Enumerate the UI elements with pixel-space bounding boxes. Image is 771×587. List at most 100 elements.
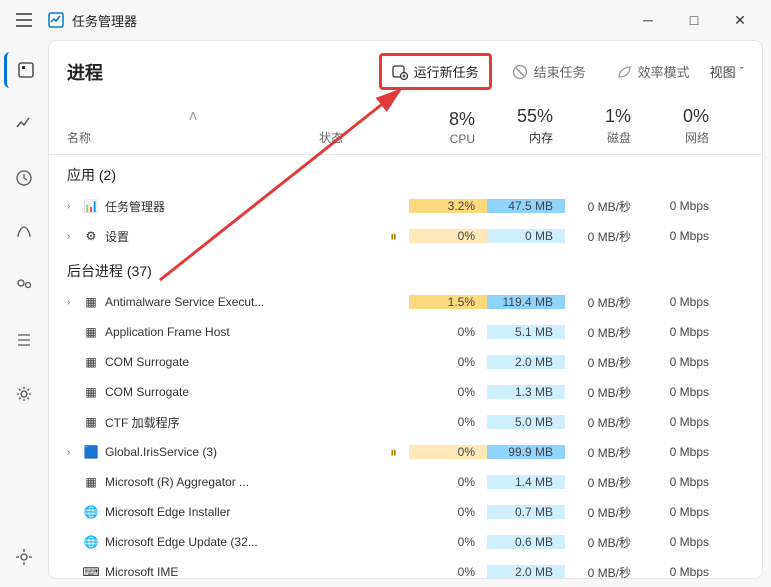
- run-new-task-button[interactable]: 运行新任务: [379, 53, 492, 90]
- col-name-label: 名称: [67, 129, 319, 146]
- process-icon: 🌐: [83, 504, 99, 520]
- sidebar-performance[interactable]: [4, 106, 44, 142]
- menu-button[interactable]: [8, 4, 40, 36]
- view-label: 视图: [710, 62, 736, 81]
- disk-cell: 0 MB/秒: [565, 504, 643, 521]
- maximize-button[interactable]: □: [671, 4, 717, 36]
- process-name: 🌐 Microsoft Edge Installer: [49, 504, 319, 520]
- eff-label: 效率模式: [638, 62, 690, 81]
- net-cell: 0 Mbps: [643, 505, 721, 519]
- process-icon: 🟦: [83, 444, 99, 460]
- view-dropdown[interactable]: 视图 ˇ: [710, 62, 744, 81]
- net-cell: 0 Mbps: [643, 355, 721, 369]
- mem-cell: 5.0 MB: [487, 415, 565, 429]
- end-task-button[interactable]: 结束任务: [502, 56, 596, 87]
- process-label: Microsoft (R) Aggregator ...: [105, 475, 249, 489]
- process-name: ›▦Antimalware Service Execut...: [49, 294, 319, 310]
- net-cell: 0 Mbps: [643, 199, 721, 213]
- mem-cell: 0 MB: [487, 229, 565, 243]
- process-name: 🌐Microsoft Edge Update (32...: [49, 534, 319, 550]
- process-name: ›📊任务管理器: [49, 198, 319, 215]
- run-icon: [392, 64, 408, 80]
- expand-icon[interactable]: ›: [67, 297, 77, 308]
- process-name: ▦ COM Surrogate: [49, 354, 319, 370]
- process-name: ▦ Application Frame Host: [49, 324, 319, 340]
- net-cell: 0 Mbps: [643, 385, 721, 399]
- close-button[interactable]: ✕: [717, 4, 763, 36]
- col-memory[interactable]: 55%内存: [487, 106, 565, 146]
- cpu-cell: 1.5%: [409, 295, 487, 309]
- disk-cell: 0 MB/秒: [565, 564, 643, 579]
- process-row[interactable]: ⌨Microsoft IME0%2.0 MB0 MB/秒0 Mbps: [49, 557, 762, 578]
- net-cell: 0 Mbps: [643, 229, 721, 243]
- sidebar-users[interactable]: [4, 268, 44, 304]
- process-name: ⌨Microsoft IME: [49, 564, 319, 578]
- efficiency-button[interactable]: 效率模式: [606, 56, 700, 87]
- header-row: 进程 运行新任务 结束任务 效率模式 视图 ˇ: [49, 41, 762, 102]
- process-icon: ▦: [83, 414, 99, 430]
- process-icon: ▦: [83, 324, 99, 340]
- process-label: 任务管理器: [105, 198, 165, 215]
- process-icon: ▦: [83, 294, 99, 310]
- minimize-button[interactable]: ─: [625, 4, 671, 36]
- sidebar-history[interactable]: [4, 160, 44, 196]
- col-cpu[interactable]: 8%CPU: [409, 106, 487, 146]
- process-label: COM Surrogate: [105, 385, 189, 399]
- disk-cell: 0 MB/秒: [565, 324, 643, 341]
- process-name: ▦CTF 加载程序: [49, 414, 319, 431]
- cpu-cell: 0%: [409, 385, 487, 399]
- expand-icon[interactable]: ›: [67, 447, 77, 458]
- expand-icon[interactable]: ›: [67, 231, 77, 242]
- disk-cell: 0 MB/秒: [565, 198, 643, 215]
- cpu-cell: 0%: [409, 325, 487, 339]
- mem-cell: 99.9 MB: [487, 445, 565, 459]
- process-icon: ▦: [83, 354, 99, 370]
- disk-cell: 0 MB/秒: [565, 354, 643, 371]
- end-label: 结束任务: [534, 62, 586, 81]
- net-cell: 0 Mbps: [643, 565, 721, 578]
- process-row[interactable]: ›▦Antimalware Service Execut...1.5%119.4…: [49, 287, 762, 317]
- process-row[interactable]: ▦CTF 加载程序0%5.0 MB0 MB/秒0 Mbps: [49, 407, 762, 437]
- process-row[interactable]: ▦COM Surrogate0%1.3 MB0 MB/秒0 Mbps: [49, 377, 762, 407]
- sidebar-details[interactable]: [4, 322, 44, 358]
- process-name: ▦Microsoft (R) Aggregator ...: [49, 474, 319, 490]
- mem-cell: 2.0 MB: [487, 565, 565, 578]
- process-rows[interactable]: 应用 (2)›📊任务管理器3.2%47.5 MB0 MB/秒0 Mbps›⚙设置…: [49, 155, 762, 578]
- process-row[interactable]: 🌐Microsoft Edge Installer0%0.7 MB0 MB/秒0…: [49, 497, 762, 527]
- process-label: 设置: [105, 228, 129, 245]
- process-row[interactable]: ▦ Application Frame Host 0%5.1 MB0 MB/秒0 M…: [49, 317, 762, 347]
- disk-cell: 0 MB/秒: [565, 474, 643, 491]
- process-row[interactable]: ▦COM Surrogate0%2.0 MB0 MB/秒0 Mbps: [49, 347, 762, 377]
- process-row[interactable]: ▦Microsoft (R) Aggregator ...0%1.4 MB0 M…: [49, 467, 762, 497]
- col-name[interactable]: ᐱ 名称: [49, 106, 319, 146]
- col-disk[interactable]: 1%磁盘: [565, 106, 643, 146]
- mem-cell: 0.7 MB: [487, 505, 565, 519]
- process-label: COM Surrogate: [105, 355, 189, 369]
- process-label: Application Frame Host: [105, 325, 230, 339]
- net-cell: 0 Mbps: [643, 445, 721, 459]
- sidebar-startup[interactable]: [4, 214, 44, 250]
- process-row[interactable]: ›⚙设置⏸0%0 MB0 MB/秒0 Mbps: [49, 221, 762, 251]
- process-row[interactable]: ›🟦Global.IrisService (3)⏸0%99.9 MB0 MB/秒…: [49, 437, 762, 467]
- sidebar-processes[interactable]: [4, 52, 44, 88]
- expand-icon[interactable]: ›: [67, 201, 77, 212]
- col-state[interactable]: 状态: [319, 106, 409, 146]
- mem-cell: 5.1 MB: [487, 325, 565, 339]
- disk-cell: 0 MB/秒: [565, 294, 643, 311]
- column-headers: ᐱ 名称 状态 8%CPU 55%内存 1%磁盘 0%网络: [49, 102, 762, 155]
- disk-cell: 0 MB/秒: [565, 384, 643, 401]
- window-controls: ─ □ ✕: [625, 4, 763, 36]
- process-label: Microsoft Edge Installer: [105, 505, 230, 519]
- net-cell: 0 Mbps: [643, 415, 721, 429]
- mem-cell: 0.6 MB: [487, 535, 565, 549]
- sidebar-settings[interactable]: [4, 539, 44, 575]
- mem-cell: 2.0 MB: [487, 355, 565, 369]
- cpu-cell: 0%: [409, 229, 487, 243]
- process-label: Global.IrisService (3): [105, 445, 217, 459]
- process-row[interactable]: ›📊任务管理器3.2%47.5 MB0 MB/秒0 Mbps: [49, 191, 762, 221]
- process-row[interactable]: 🌐Microsoft Edge Update (32...0%0.6 MB0 M…: [49, 527, 762, 557]
- net-cell: 0 Mbps: [643, 325, 721, 339]
- chevron-down-icon: ˇ: [740, 64, 744, 79]
- sidebar-services[interactable]: [4, 376, 44, 412]
- col-network[interactable]: 0%网络: [643, 106, 721, 146]
